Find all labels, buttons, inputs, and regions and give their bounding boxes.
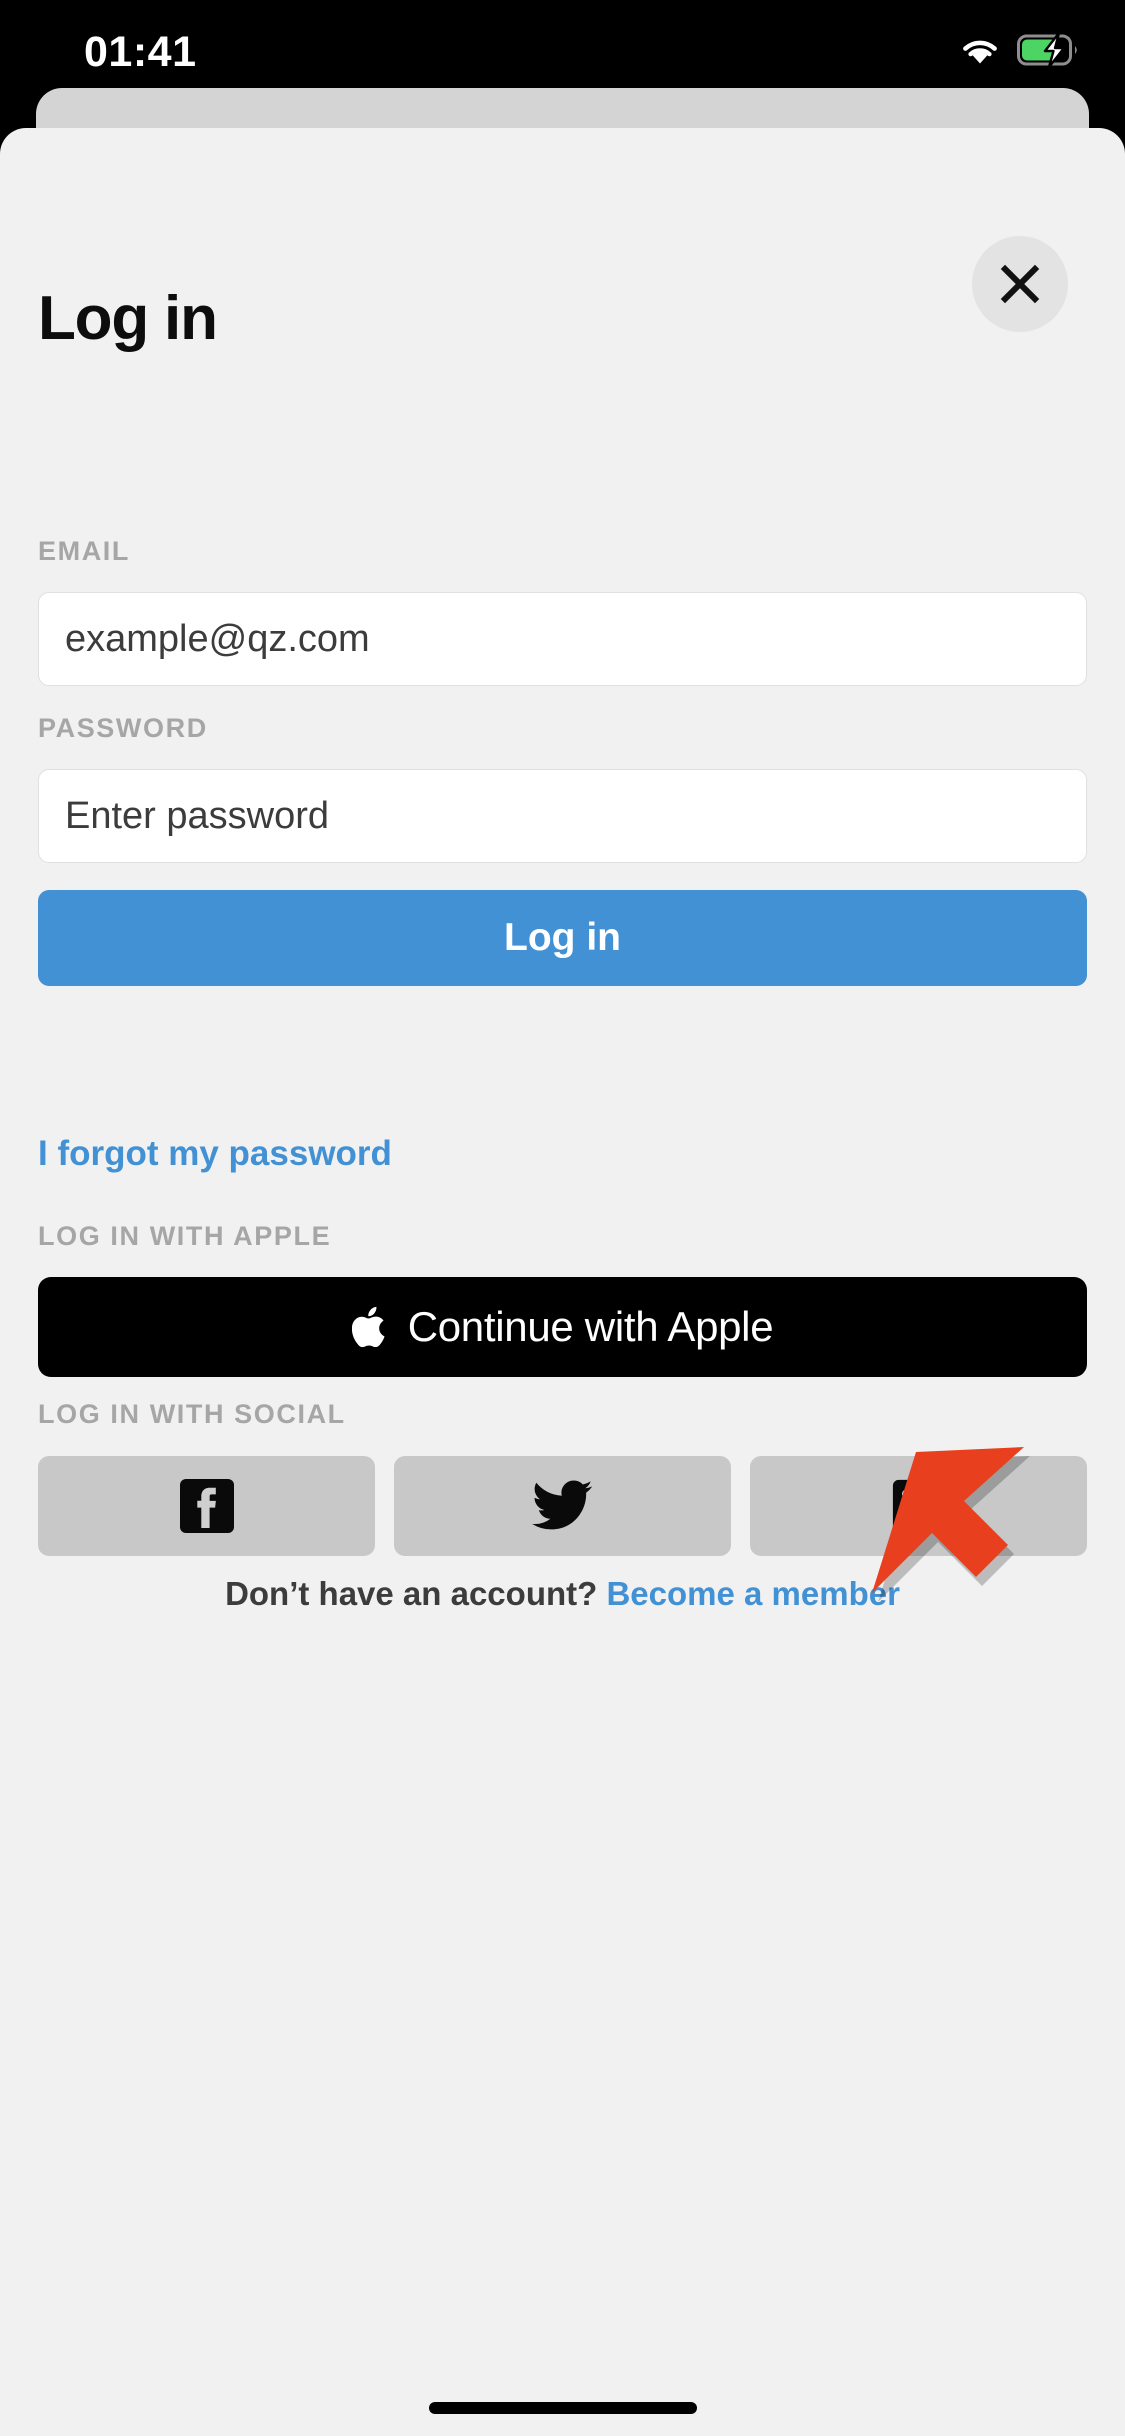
facebook-icon xyxy=(177,1476,237,1536)
login-sheet: Log in EMAIL PASSWORD Log in I forgot my… xyxy=(0,128,1125,2436)
close-button[interactable] xyxy=(972,236,1068,332)
continue-with-apple-label: Continue with Apple xyxy=(407,1303,774,1350)
social-buttons-row xyxy=(38,1456,1087,1556)
email-label: EMAIL xyxy=(38,536,130,566)
forgot-password-link[interactable]: I forgot my password xyxy=(38,1134,392,1174)
password-field-group: PASSWORD xyxy=(38,713,1087,863)
login-button[interactable]: Log in xyxy=(38,890,1087,986)
email-field-group: EMAIL xyxy=(38,536,1087,686)
password-input[interactable] xyxy=(38,769,1087,863)
status-bar-indicators xyxy=(959,31,1079,69)
home-indicator xyxy=(428,2402,697,2414)
page-title: Log in xyxy=(38,284,218,353)
twitter-login-button[interactable] xyxy=(394,1456,731,1556)
signup-footer: Don’t have an account? Become a member xyxy=(0,1575,1125,1613)
email-input[interactable] xyxy=(38,592,1087,686)
signup-question: Don’t have an account? xyxy=(225,1575,598,1612)
battery-charging-icon xyxy=(1017,31,1079,69)
phone-screen: 01:41 Log in EMAIL example@qz.com PASSWO… xyxy=(0,0,1125,2436)
wifi-icon xyxy=(959,34,1001,66)
apple-section-label: LOG IN WITH APPLE xyxy=(38,1221,332,1251)
twitter-icon xyxy=(531,1479,594,1533)
apple-logo-icon xyxy=(351,1306,386,1348)
status-bar-time: 01:41 xyxy=(84,28,197,76)
become-a-member-link[interactable]: Become a member xyxy=(606,1575,899,1612)
close-icon xyxy=(1000,264,1040,304)
facebook-login-button[interactable] xyxy=(38,1456,375,1556)
status-bar: 01:41 xyxy=(0,0,1125,94)
social-section-label: LOG IN WITH SOCIAL xyxy=(38,1399,346,1429)
password-label: PASSWORD xyxy=(38,713,208,743)
linkedin-icon xyxy=(890,1477,948,1535)
linkedin-login-button[interactable] xyxy=(750,1456,1087,1556)
continue-with-apple-button[interactable]: Continue with Apple xyxy=(38,1277,1087,1377)
